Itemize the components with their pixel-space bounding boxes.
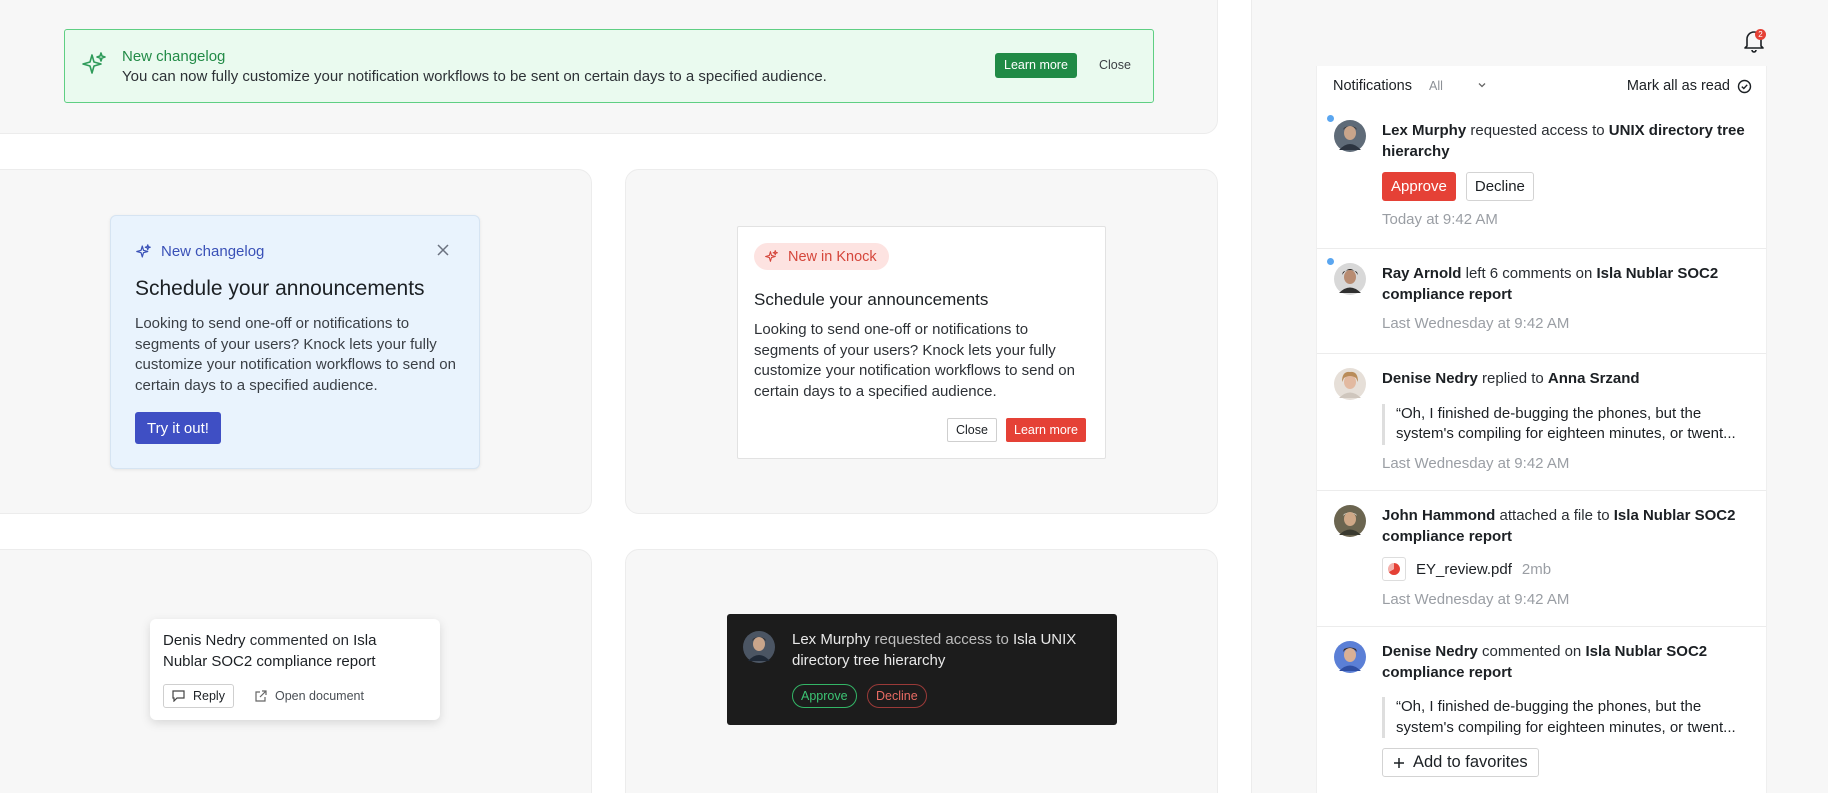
comment-text: Denis Nedry commented on Isla Nublar SOC… [163, 631, 423, 672]
close-button[interactable]: Close [947, 418, 997, 442]
notification-verb: requested access to [1466, 122, 1609, 139]
notification-timestamp: Last Wednesday at 9:42 AM [1382, 591, 1570, 608]
banner-close-button[interactable]: Close [1093, 53, 1137, 78]
learn-more-button[interactable]: Learn more [1006, 418, 1086, 442]
avatar [1334, 263, 1366, 295]
feed-header: Notifications All Mark all as read [1317, 66, 1766, 106]
notification-count-badge: 2 [1755, 29, 1766, 40]
external-link-icon [254, 689, 267, 703]
banner-title: New changelog [122, 48, 226, 65]
notification-item[interactable]: John Hammond attached a file to Isla Nub… [1317, 491, 1766, 627]
close-icon[interactable] [437, 244, 449, 256]
unread-dot [1327, 115, 1334, 122]
actor-name: Denise Nedry [1382, 370, 1478, 387]
mark-all-read-label: Mark all as read [1626, 78, 1730, 94]
quote-line: system's compiling for eighteen minutes,… [1396, 425, 1736, 442]
notification-verb: left 6 comments on [1461, 265, 1597, 282]
approve-button[interactable]: Approve [792, 684, 857, 708]
card-body: Looking to send one-off or notifications… [135, 315, 456, 394]
card-title: Schedule your announcements [135, 277, 425, 300]
comment-quote: “Oh, I finished de-bugging the phones, b… [1382, 403, 1742, 445]
reply-button[interactable]: Reply [163, 684, 234, 708]
avatar [1334, 120, 1366, 152]
notification-item[interactable]: Lex Murphy requested access to UNIX dire… [1317, 106, 1766, 249]
changelog-banner: New changelog You can now fully customiz… [64, 29, 1154, 103]
quote-line: system's compiling for eighteen minutes,… [1396, 718, 1736, 736]
notification-verb: commented on [1477, 643, 1586, 660]
decline-button[interactable]: Decline [1465, 172, 1534, 201]
access-request-toast: Lex Murphy requested access to Isla UNIX… [727, 614, 1117, 725]
mark-all-read-button[interactable]: Mark all as read [1627, 78, 1752, 94]
unread-dot [1327, 258, 1334, 265]
notification-item[interactable]: Denise Nedry commented on Isla Nublar SO… [1317, 627, 1766, 793]
notification-timestamp: Last Wednesday at 9:42 AM [1382, 315, 1570, 332]
knock-announcement-card: New in Knock Schedule your announcements… [737, 226, 1106, 459]
request-verb: requested access to [870, 631, 1013, 648]
actor-name: Lex Murphy [1382, 122, 1467, 139]
changelog-card: New changelog Schedule your announcement… [110, 215, 480, 469]
banner-description: You can now fully customize your notific… [122, 68, 827, 85]
changelog-tag-label: New changelog [161, 243, 265, 260]
try-it-out-button[interactable]: Try it out! [135, 412, 221, 444]
feed-title: Notifications [1333, 78, 1412, 94]
notification-verb: attached a file to [1495, 507, 1614, 524]
file-name: EY_review.pdf [1416, 560, 1512, 578]
sparkles-icon [764, 249, 779, 264]
add-to-favorites-button[interactable]: Add to favorites [1382, 748, 1539, 777]
quote-line: “Oh, I finished de-bugging the phones, b… [1396, 698, 1702, 715]
add-to-favorites-label: Add to favorites [1413, 753, 1528, 771]
plus-icon [1393, 757, 1405, 769]
chevron-down-icon[interactable] [1476, 79, 1488, 91]
request-text: Lex Murphy requested access to Isla UNIX… [792, 630, 1092, 671]
comment-icon [172, 690, 185, 702]
notification-verb: replied to [1477, 370, 1548, 387]
actor-name: Denise Nedry [1382, 643, 1478, 660]
check-circle-icon [1737, 79, 1752, 94]
open-document-label: Open document [275, 689, 364, 703]
notification-timestamp: Last Wednesday at 9:42 AM [1382, 454, 1570, 472]
notification-target: Anna Srzand [1547, 370, 1640, 387]
comment-toast: Denis Nedry commented on Isla Nublar SOC… [150, 619, 440, 720]
avatar [1334, 368, 1366, 400]
banner-learn-more-button[interactable]: Learn more [995, 53, 1077, 78]
avatar [743, 631, 775, 663]
comment-verb: commented on [245, 632, 354, 649]
approve-button[interactable]: Approve [1382, 172, 1456, 201]
card-title: Schedule your announcements [754, 290, 989, 309]
notification-item[interactable]: Denise Nedry replied to Anna Srzand “Oh,… [1317, 354, 1766, 491]
avatar [1334, 505, 1366, 537]
changelog-tag: New changelog [135, 243, 264, 260]
open-document-button[interactable]: Open document [250, 684, 368, 708]
sparkles-icon [135, 243, 152, 260]
new-in-knock-tag: New in Knock [754, 243, 889, 270]
actor-name: John Hammond [1382, 507, 1496, 524]
file-attachment[interactable]: EY_review.pdf 2mb [1382, 557, 1752, 581]
comment-quote: “Oh, I finished de-bugging the phones, b… [1382, 697, 1742, 738]
card-body: Looking to send one-off or notifications… [754, 321, 1075, 400]
file-size: 2mb [1521, 560, 1552, 578]
notification-timestamp: Today at 9:42 AM [1382, 211, 1498, 228]
actor-name: Lex Murphy [792, 631, 871, 648]
quote-line: “Oh, I finished de-bugging the phones, b… [1396, 404, 1702, 422]
sparkles-icon [80, 50, 108, 78]
new-in-knock-label: New in Knock [788, 248, 877, 265]
actor-name: Ray Arnold [1382, 265, 1462, 282]
decline-button[interactable]: Decline [867, 684, 927, 708]
pdf-file-icon [1382, 557, 1406, 581]
notification-feed: Notifications All Mark all as read Lex M… [1316, 66, 1767, 793]
notification-item[interactable]: Ray Arnold left 6 comments on Isla Nubla… [1317, 249, 1766, 354]
feed-filter-select[interactable]: All [1429, 79, 1443, 93]
actor-name: Denis Nedry [163, 632, 246, 649]
avatar [1334, 641, 1366, 673]
reply-label: Reply [193, 689, 225, 703]
